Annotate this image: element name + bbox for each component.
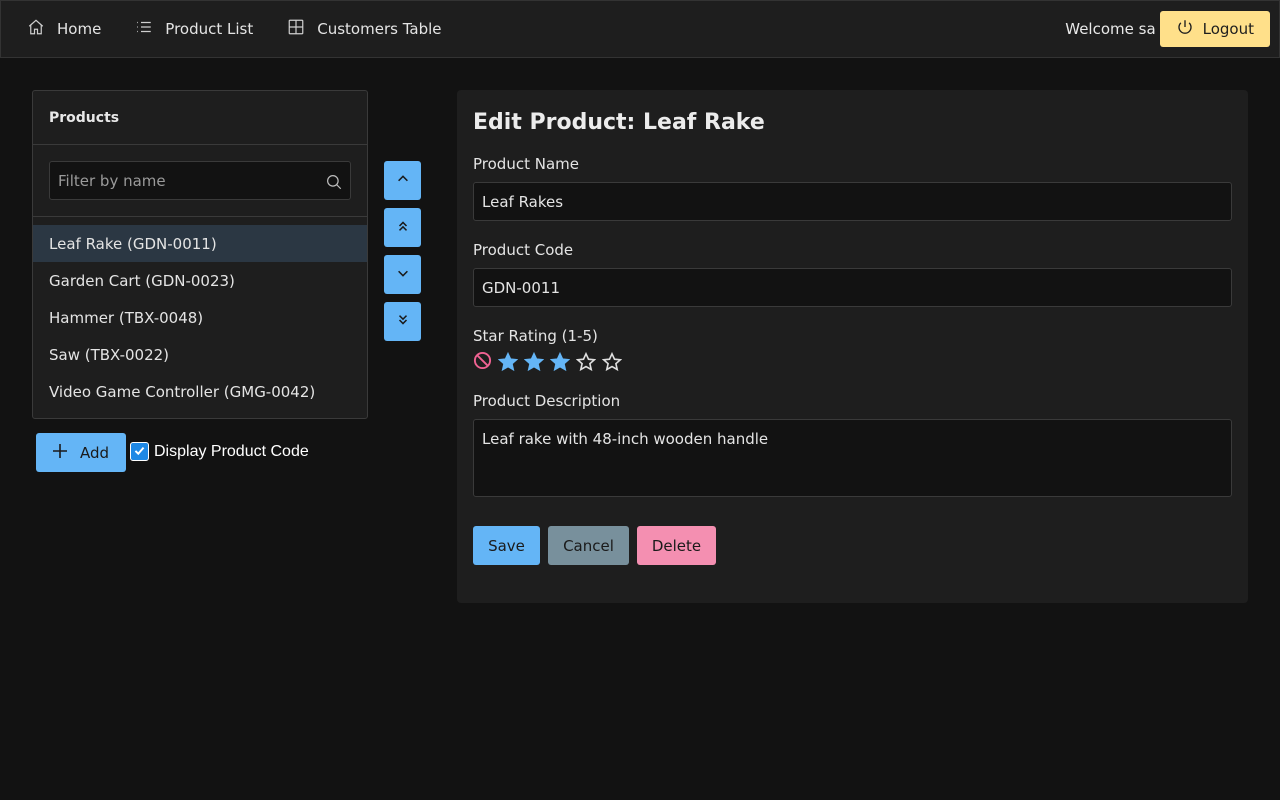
top-menubar: Home Product List Customers Table Welcom…	[0, 0, 1280, 58]
star-icon[interactable]	[523, 351, 545, 372]
product-name-input[interactable]: Leaf Rakes	[473, 182, 1232, 221]
product-code-label: Product Code	[473, 241, 574, 259]
add-label: Add	[80, 443, 110, 462]
double-chevron-down-icon	[396, 313, 410, 331]
nav-product-list-label: Product List	[165, 20, 254, 38]
add-button[interactable]: Add	[36, 433, 126, 472]
product-code-input[interactable]: GDN-0011	[473, 268, 1232, 307]
nav-home-label: Home	[57, 20, 102, 38]
display-code-checkbox[interactable]	[130, 442, 149, 461]
move-top-button[interactable]	[384, 208, 421, 247]
list-item[interactable]: Video Game Controller (GMG-0042)	[33, 373, 367, 410]
page-title: Edit Product: Leaf Rake	[473, 110, 765, 135]
welcome-text: Welcome sa	[1065, 20, 1156, 38]
product-description-input[interactable]: Leaf rake with 48-inch wooden handle	[473, 419, 1232, 497]
filter-area	[33, 145, 367, 217]
star-rating	[473, 351, 1232, 374]
plus-icon	[52, 443, 80, 463]
star-icon[interactable]	[601, 351, 623, 372]
list-item[interactable]: Saw (TBX-0022)	[33, 336, 367, 373]
product-description-label: Product Description	[473, 392, 621, 410]
edit-product-form: Edit Product: Leaf Rake Product Name Lea…	[457, 90, 1248, 603]
clear-rating-icon[interactable]	[473, 351, 492, 374]
product-list: Leaf Rake (GDN-0011) Garden Cart (GDN-00…	[33, 217, 367, 410]
nav-customers-table[interactable]: Customers Table	[269, 1, 457, 57]
move-down-button[interactable]	[384, 255, 421, 294]
form-actions: Save Cancel Delete	[473, 526, 1232, 565]
delete-button[interactable]: Delete	[637, 526, 716, 565]
star-icon[interactable]	[497, 351, 519, 372]
double-chevron-up-icon	[396, 219, 410, 237]
products-header: Products	[33, 91, 367, 145]
star-rating-label: Star Rating (1-5)	[473, 327, 598, 345]
nav-product-list[interactable]: Product List	[117, 1, 269, 57]
product-name-label: Product Name	[473, 155, 579, 173]
cancel-button[interactable]: Cancel	[548, 526, 629, 565]
list-item[interactable]: Garden Cart (GDN-0023)	[33, 262, 367, 299]
products-listbox: Products Leaf Rake (GDN-0011) Garden Car…	[32, 90, 368, 419]
list-item[interactable]: Hammer (TBX-0048)	[33, 299, 367, 336]
chevron-down-icon	[396, 266, 410, 284]
move-up-button[interactable]	[384, 161, 421, 200]
reorder-controls	[384, 161, 421, 349]
power-icon	[1176, 18, 1203, 40]
save-button[interactable]: Save	[473, 526, 540, 565]
list-item[interactable]: Leaf Rake (GDN-0011)	[33, 225, 367, 262]
chevron-up-icon	[396, 172, 410, 190]
search-icon	[325, 173, 343, 191]
home-icon	[27, 18, 57, 40]
star-icon[interactable]	[549, 351, 571, 372]
user-area: Welcome sa Logout	[1065, 1, 1279, 57]
nav-home[interactable]: Home	[1, 1, 117, 57]
star-icon[interactable]	[575, 351, 597, 372]
logout-label: Logout	[1202, 20, 1254, 38]
checkmark-icon	[133, 443, 146, 461]
display-code-toggle: Display Product Code	[130, 442, 309, 461]
logout-button[interactable]: Logout	[1159, 11, 1270, 47]
display-code-label: Display Product Code	[154, 442, 309, 460]
list-icon	[135, 18, 165, 40]
filter-input[interactable]	[49, 161, 351, 200]
table-icon	[287, 18, 317, 40]
move-bottom-button[interactable]	[384, 302, 421, 341]
nav-customers-table-label: Customers Table	[317, 20, 442, 38]
